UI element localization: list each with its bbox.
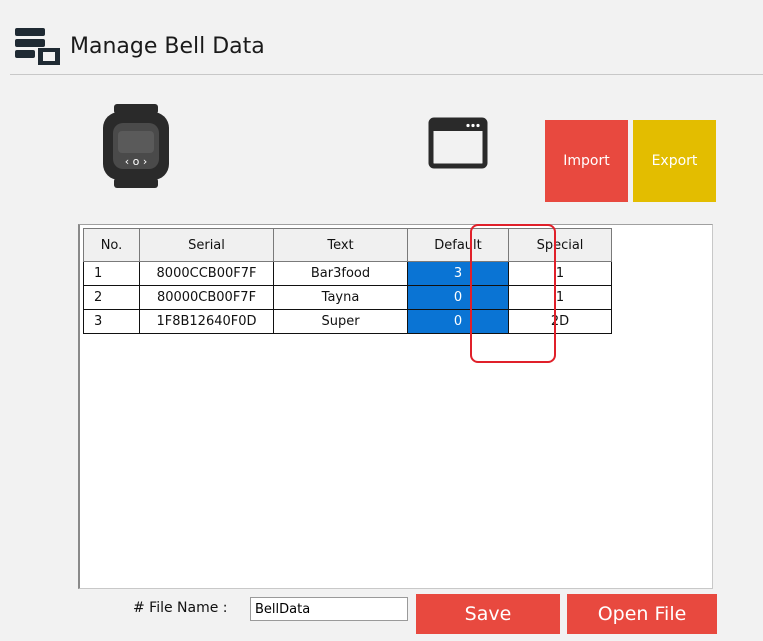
save-button[interactable]: Save [416,594,560,634]
cell-text[interactable]: Super [273,309,408,334]
window-icon[interactable] [428,117,488,169]
column-header-serial[interactable]: Serial [139,228,274,262]
cell-text[interactable]: Bar3food [273,261,408,286]
column-header-no[interactable]: No. [83,228,140,262]
file-name-label: # File Name : [133,600,228,616]
open-file-button[interactable]: Open File [567,594,717,634]
bell-data-grid[interactable]: No. Serial Text Default Special 1 8000CC… [78,224,713,589]
cell-no[interactable]: 2 [83,285,140,310]
file-name-input[interactable] [250,597,408,621]
default-column-highlight [470,224,556,363]
cell-serial[interactable]: 8000CCB00F7F [139,261,274,286]
svg-text:‹ o ›: ‹ o › [125,155,148,168]
import-button[interactable]: Import [545,120,628,202]
database-settings-icon [15,28,60,65]
cell-serial[interactable]: 1F8B12640F0D [139,309,274,334]
cell-text[interactable]: Tayna [273,285,408,310]
smartwatch-icon[interactable]: ‹ o › [98,104,174,188]
export-button[interactable]: Export [633,120,716,202]
cell-no[interactable]: 3 [83,309,140,334]
cell-no[interactable]: 1 [83,261,140,286]
column-header-text[interactable]: Text [273,228,408,262]
divider [10,74,763,75]
page-title: Manage Bell Data [70,34,265,59]
cell-serial[interactable]: 80000CB00F7F [139,285,274,310]
